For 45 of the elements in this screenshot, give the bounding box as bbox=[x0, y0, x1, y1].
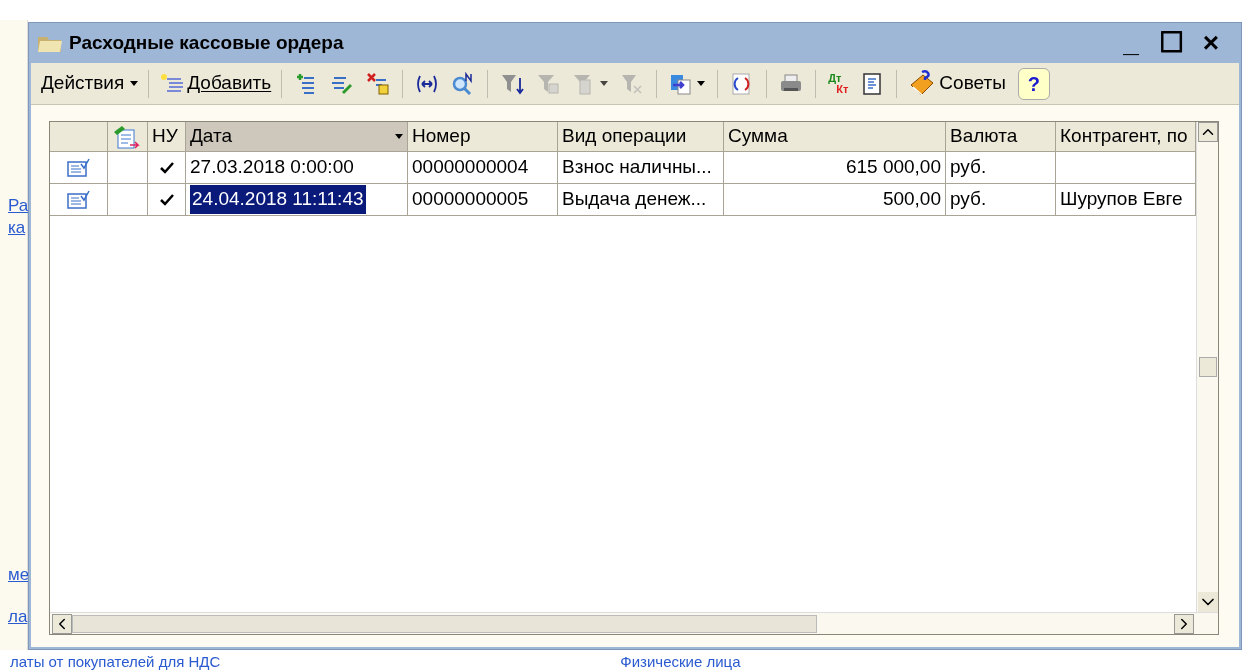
link[interactable]: ме bbox=[8, 564, 27, 586]
link[interactable]: латы от покупателей для НДС bbox=[10, 653, 221, 671]
link[interactable]: ла bbox=[8, 606, 27, 628]
caret-icon bbox=[130, 81, 139, 86]
link[interactable]: Физические лица bbox=[620, 653, 741, 671]
column-header[interactable]: Дата bbox=[186, 122, 408, 152]
table-cell-text: руб. bbox=[950, 155, 987, 180]
scroll-down-icon[interactable] bbox=[1197, 592, 1218, 612]
minimize-button[interactable]: _ bbox=[1117, 29, 1145, 57]
document-icon bbox=[66, 157, 91, 178]
table-cell-text: 00000000005 bbox=[412, 187, 529, 212]
document-icon bbox=[66, 189, 91, 210]
link[interactable]: Ра bbox=[8, 195, 27, 217]
table-cell[interactable]: 27.03.2018 0:00:00 bbox=[190, 153, 354, 182]
table-cell-text: 615 000,00 bbox=[845, 155, 941, 180]
scroll-thumb[interactable] bbox=[72, 614, 817, 633]
column-header[interactable]: Сумма bbox=[724, 122, 946, 152]
table-cell[interactable]: 24.04.2018 11:11:43 bbox=[190, 185, 366, 214]
column-header[interactable]: Вид операции bbox=[558, 122, 724, 152]
close-button[interactable]: × bbox=[1197, 29, 1225, 57]
toolbar-button[interactable]: Добавить bbox=[155, 67, 276, 100]
table-cell-text: Шурупов Евге bbox=[1060, 187, 1183, 212]
scroll-right-icon[interactable] bbox=[1174, 613, 1194, 634]
actions-menu[interactable]: Действия bbox=[37, 67, 143, 100]
scroll-left-icon[interactable] bbox=[52, 613, 72, 634]
column-header[interactable]: Валюта bbox=[946, 122, 1056, 152]
document-icon bbox=[112, 123, 140, 150]
table-cell-text: 00000000004 bbox=[412, 155, 529, 180]
table-cell-text: 500,00 bbox=[882, 187, 941, 212]
table-cell-text: Взнос наличны... bbox=[562, 155, 712, 180]
column-header[interactable] bbox=[108, 122, 148, 152]
help-button[interactable]: ? bbox=[1017, 67, 1050, 100]
vertical-scrollbar[interactable] bbox=[1196, 122, 1218, 612]
scroll-up-icon[interactable] bbox=[1197, 122, 1218, 142]
table-cell-text: руб. bbox=[950, 187, 987, 212]
column-header[interactable]: Номер bbox=[408, 122, 558, 152]
dt-kt-button[interactable]: Дт Кт bbox=[822, 67, 855, 100]
caret-icon bbox=[395, 134, 403, 139]
window-title: Расходные кассовые ордера bbox=[69, 30, 344, 55]
maximize-button[interactable]: ☐ bbox=[1157, 29, 1185, 57]
delete-row-icon bbox=[366, 71, 391, 96]
toolbar-button[interactable]: Советы bbox=[903, 67, 1010, 100]
table-cell-text: Выдача денеж... bbox=[562, 187, 707, 212]
link[interactable]: ка bbox=[8, 217, 27, 239]
scroll-thumb[interactable] bbox=[1198, 357, 1217, 377]
